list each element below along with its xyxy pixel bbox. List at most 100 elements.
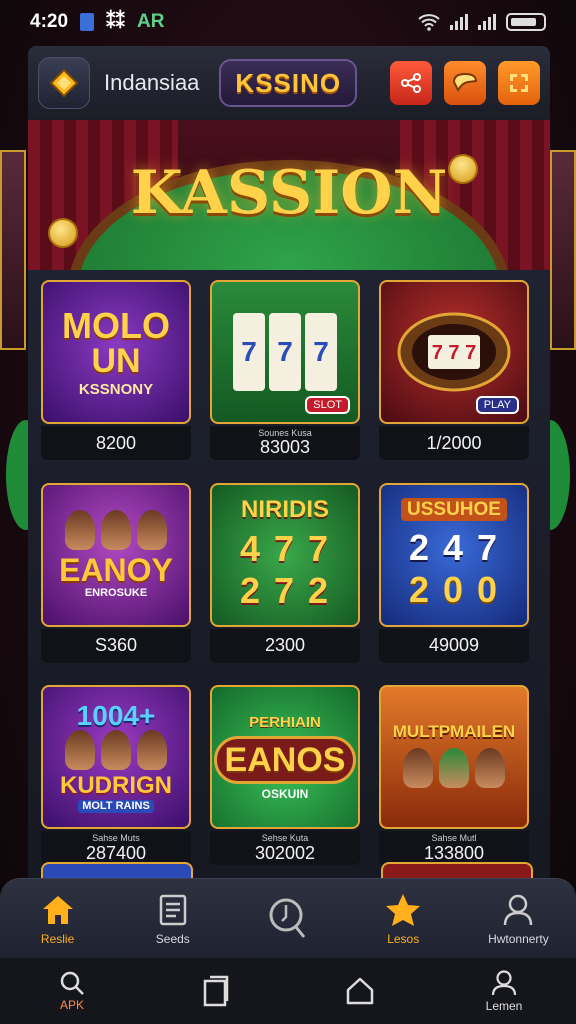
game-card[interactable]: MOLO UN KSSNONY 8200 [38, 276, 191, 462]
characters-illustration [403, 747, 505, 788]
nav-item-seeds[interactable]: Seeds [115, 879, 230, 958]
casino-pill-button[interactable]: KSSINO [219, 59, 358, 107]
game-title: EANOY [59, 552, 173, 589]
game-title: MULTPMAILEN [392, 721, 516, 741]
slot-machine-decor-right [550, 150, 576, 350]
home-icon [41, 892, 75, 928]
game-art: MULTPMAILEN [379, 685, 529, 830]
bottom-nav: Reslie Seeds Lesos Hwtonnerty [0, 878, 576, 958]
game-title: MOLO [62, 304, 170, 346]
game-price-block: Sounes Kusa 83003 [210, 426, 360, 460]
nav-item-home[interactable]: Reslie [0, 879, 115, 958]
game-art: USSUHOE 2 4 7 2 0 0 [379, 482, 529, 627]
user-icon [491, 970, 517, 996]
game-subtitle: KUDRIGN [60, 771, 172, 799]
game-title: USSUHOE [401, 498, 507, 522]
game-price: 2300 [210, 628, 360, 663]
status-bar: 4:20 ⁑⁑ AR [0, 0, 576, 44]
carrier-label: AR [137, 11, 165, 32]
system-nav-label: APK [59, 998, 84, 1012]
game-price-block: Sahse Mutl 133800 [379, 831, 529, 866]
svg-text:7 7 7: 7 7 7 [432, 342, 476, 364]
game-caption: KSSNONY [78, 380, 154, 398]
signal-icon-2 [478, 14, 496, 30]
nav-item-search[interactable] [230, 879, 345, 958]
game-card[interactable]: 7 7 7 SLOT Sounes Kusa 83003 [207, 276, 360, 462]
game-price: 287400 [85, 842, 147, 863]
nav-label: Seeds [155, 931, 190, 946]
game-art: NIRIDIS 4 7 7 2 7 2 [210, 482, 360, 627]
notification-icon [80, 13, 95, 31]
game-card[interactable]: PERHIAIN EANOS OSKUIN Sehse Kuta 302002 [207, 681, 360, 867]
reel-symbol: 7 [233, 313, 265, 391]
recent-apps-icon [203, 975, 229, 1007]
game-card[interactable]: MULTPMAILEN Sahse Mutl 133800 [376, 681, 529, 867]
slot-machine-decor-left [0, 150, 26, 350]
brand-name: Indansiaa [104, 70, 200, 95]
game-caption: MOLT RAINS [78, 799, 154, 813]
game-digits: 2 0 0 [408, 569, 500, 611]
star-icon [385, 892, 421, 928]
game-price-block: Sahse Muts 287400 [41, 831, 191, 866]
game-card[interactable]: EANOY ENROSUKE S360 [38, 479, 191, 665]
game-digits: 4 7 7 [239, 527, 331, 569]
game-price-block: Sehse Kuta 302002 [210, 831, 360, 866]
nav-label: Reslie [40, 931, 75, 946]
game-art: 7 7 7 PLAY [379, 280, 529, 424]
game-art: EANOY ENROSUKE [41, 482, 191, 627]
game-title: NIRIDIS [240, 495, 329, 523]
game-badge: PLAY [475, 396, 519, 414]
game-grid: MOLO UN KSSNONY 8200 7 7 7 SLOT Sounes K… [28, 270, 550, 890]
characters-illustration [65, 510, 167, 551]
game-price: 1/2000 [379, 426, 529, 460]
game-title: 1004+ [76, 699, 156, 731]
nav-item-lesos[interactable]: Lesos [346, 879, 461, 958]
game-card[interactable]: NIRIDIS 4 7 7 2 7 2 2300 [207, 479, 360, 665]
game-price: 8200 [41, 426, 191, 460]
game-card[interactable]: 1004+ KUDRIGN MOLT RAINS Sahse Muts 2874… [38, 681, 191, 867]
system-nav-bar: APK Lemen [0, 958, 576, 1024]
game-caption: OSKUIN [261, 786, 309, 801]
status-time: 4:20 [30, 11, 69, 32]
profile-icon [502, 892, 534, 928]
diamond-icon [49, 68, 79, 98]
game-badge: SLOT [305, 396, 350, 414]
expand-icon[interactable] [498, 61, 540, 105]
system-nav-user[interactable]: Lemen [432, 958, 576, 1024]
game-art: 7 7 7 SLOT [210, 280, 360, 424]
chat-icon[interactable] [444, 61, 486, 105]
battery-icon [506, 13, 546, 31]
hero-banner: KASSION [28, 120, 550, 280]
signal-icon [450, 14, 468, 30]
game-price: 133800 [423, 842, 485, 863]
home-icon [346, 977, 374, 1005]
game-digits: 2 4 7 [408, 527, 500, 569]
system-nav-recents[interactable] [144, 958, 288, 1024]
game-card[interactable]: USSUHOE 2 4 7 2 0 0 49009 [376, 479, 529, 665]
game-title: PERHIAIN [249, 713, 321, 731]
reel-symbol: 7 [305, 313, 337, 391]
hero-title: KASSION [130, 158, 448, 228]
nav-label: Hwtonnerty [488, 931, 549, 946]
app-header: Indansiaa KSSINO [28, 46, 550, 120]
slot-reels: 7 7 7 [233, 313, 337, 391]
wifi-icon [418, 14, 440, 31]
nav-item-profile[interactable]: Hwtonnerty [461, 879, 576, 958]
roulette-icon: 7 7 7 [397, 312, 511, 392]
nav-label: Lesos [387, 931, 420, 946]
reel-symbol: 7 [269, 313, 301, 391]
game-caption: ENROSUKE [84, 587, 148, 600]
game-subtitle: EANOS [213, 735, 357, 784]
system-nav-apk[interactable]: APK [0, 958, 144, 1024]
game-price: S360 [41, 628, 191, 663]
system-nav-home[interactable] [288, 958, 432, 1024]
share-icon[interactable] [390, 61, 432, 105]
app-logo-button[interactable] [38, 57, 90, 109]
status-glyph: ⁑⁑ [106, 11, 126, 33]
game-subtitle: UN [91, 341, 141, 380]
game-card[interactable]: 7 7 7 PLAY 1/2000 [376, 276, 529, 462]
search-icon [60, 971, 84, 995]
game-digits: 2 7 2 [239, 569, 331, 611]
game-price: 302002 [254, 842, 316, 863]
document-icon [158, 892, 188, 928]
